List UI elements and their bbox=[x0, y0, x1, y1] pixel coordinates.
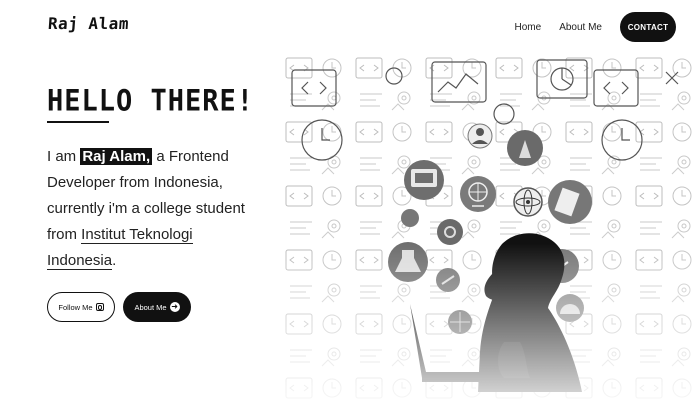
about-me-label: About Me bbox=[134, 302, 167, 312]
intro-prefix: I am bbox=[47, 148, 81, 165]
follow-me-button[interactable]: Follow Me bbox=[47, 292, 115, 322]
hero-title: HELLO THERE! bbox=[47, 84, 255, 119]
main-nav: Home About Me CONTACT bbox=[515, 12, 676, 42]
intro-suffix: . bbox=[112, 252, 117, 269]
instagram-icon bbox=[95, 303, 104, 311]
site-logo[interactable]: Raj Alam bbox=[47, 14, 129, 33]
developer-illustration bbox=[282, 52, 700, 400]
nav-home[interactable]: Home bbox=[515, 22, 542, 33]
nav-about[interactable]: About Me bbox=[559, 22, 602, 33]
hero-intro: I am Raj Alam, a Frontend Developer from… bbox=[47, 144, 247, 274]
follow-me-label: Follow Me bbox=[58, 302, 93, 312]
contact-button[interactable]: CONTACT bbox=[620, 12, 676, 42]
arrow-right-circle-icon: ➜ bbox=[169, 302, 180, 312]
about-me-button[interactable]: About Me ➜ bbox=[123, 292, 191, 322]
title-underline bbox=[47, 121, 109, 123]
hero-illustration bbox=[282, 52, 700, 400]
name-highlight: Raj Alam, bbox=[80, 148, 153, 165]
